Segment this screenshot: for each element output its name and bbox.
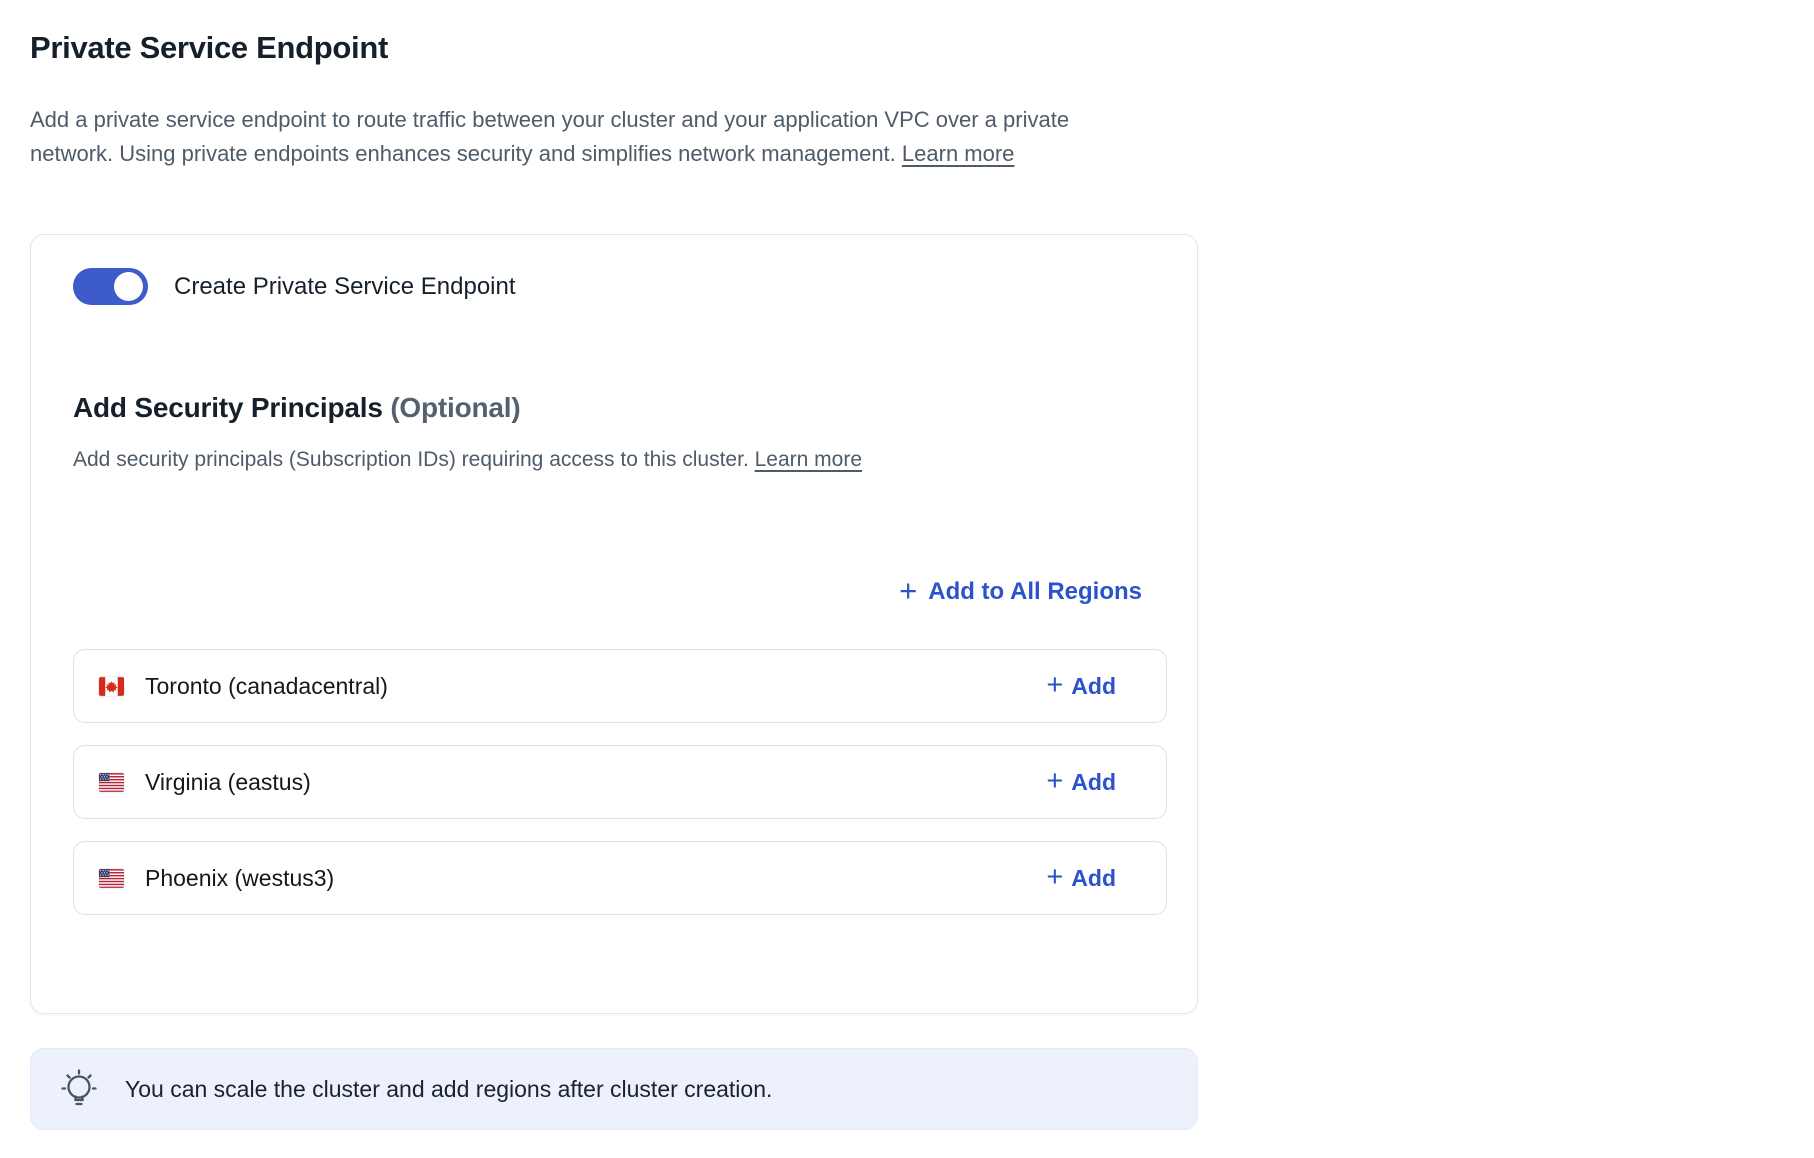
add-to-all-regions-row: + Add to All Regions bbox=[73, 574, 1167, 610]
region-row-phoenix: Phoenix (westus3) + Add bbox=[73, 841, 1167, 915]
security-principals-description-text: Add security principals (Subscription ID… bbox=[73, 448, 749, 471]
region-row-toronto: Toronto (canadacentral) + Add bbox=[73, 649, 1167, 723]
security-principals-heading: Add Security Principals (Optional) bbox=[73, 392, 1167, 424]
security-principals-description: Add security principals (Subscription ID… bbox=[73, 445, 1167, 475]
create-endpoint-toggle-row: Create Private Service Endpoint bbox=[73, 268, 1167, 305]
optional-suffix: (Optional) bbox=[390, 392, 520, 423]
private-service-endpoint-section: Private Service Endpoint Add a private s… bbox=[30, 0, 1200, 1130]
add-region-button-virginia[interactable]: + Add bbox=[1046, 766, 1116, 799]
us-flag-icon bbox=[99, 869, 124, 888]
plus-icon: + bbox=[1046, 669, 1063, 702]
add-button-label: Add bbox=[1071, 769, 1116, 796]
create-endpoint-toggle[interactable] bbox=[73, 268, 148, 305]
info-banner: You can scale the cluster and add region… bbox=[30, 1048, 1198, 1130]
add-region-button-phoenix[interactable]: + Add bbox=[1046, 862, 1116, 895]
lightbulb-icon bbox=[55, 1065, 103, 1113]
plus-icon: + bbox=[1046, 765, 1063, 798]
banner-text: You can scale the cluster and add region… bbox=[125, 1076, 772, 1103]
add-button-label: Add bbox=[1071, 673, 1116, 700]
page-title: Private Service Endpoint bbox=[30, 30, 1200, 66]
add-to-all-regions-label: Add to All Regions bbox=[928, 578, 1142, 606]
region-name: Phoenix (westus3) bbox=[145, 865, 334, 892]
security-principals-title: Add Security Principals bbox=[73, 392, 383, 423]
description-line-1: Add a private service endpoint to route … bbox=[30, 107, 1069, 132]
toggle-label: Create Private Service Endpoint bbox=[174, 273, 516, 301]
toggle-knob bbox=[114, 272, 143, 301]
add-region-button-toronto[interactable]: + Add bbox=[1046, 670, 1116, 703]
page-description: Add a private service endpoint to route … bbox=[30, 103, 1250, 171]
canada-flag-icon bbox=[99, 677, 124, 696]
add-to-all-regions-button[interactable]: + Add to All Regions bbox=[899, 574, 1142, 610]
add-button-label: Add bbox=[1071, 865, 1116, 892]
learn-more-link-security[interactable]: Learn more bbox=[755, 448, 862, 471]
region-list: Toronto (canadacentral) + Add bbox=[73, 649, 1167, 915]
region-name: Toronto (canadacentral) bbox=[145, 673, 388, 700]
plus-icon: + bbox=[1046, 861, 1063, 894]
region-row-virginia: Virginia (eastus) + Add bbox=[73, 745, 1167, 819]
us-flag-icon bbox=[99, 773, 124, 792]
learn-more-link[interactable]: Learn more bbox=[902, 141, 1015, 166]
description-line-2: network. Using private endpoints enhance… bbox=[30, 141, 896, 166]
plus-icon: + bbox=[899, 573, 917, 609]
private-endpoint-card: Create Private Service Endpoint Add Secu… bbox=[30, 234, 1198, 1014]
region-name: Virginia (eastus) bbox=[145, 769, 311, 796]
